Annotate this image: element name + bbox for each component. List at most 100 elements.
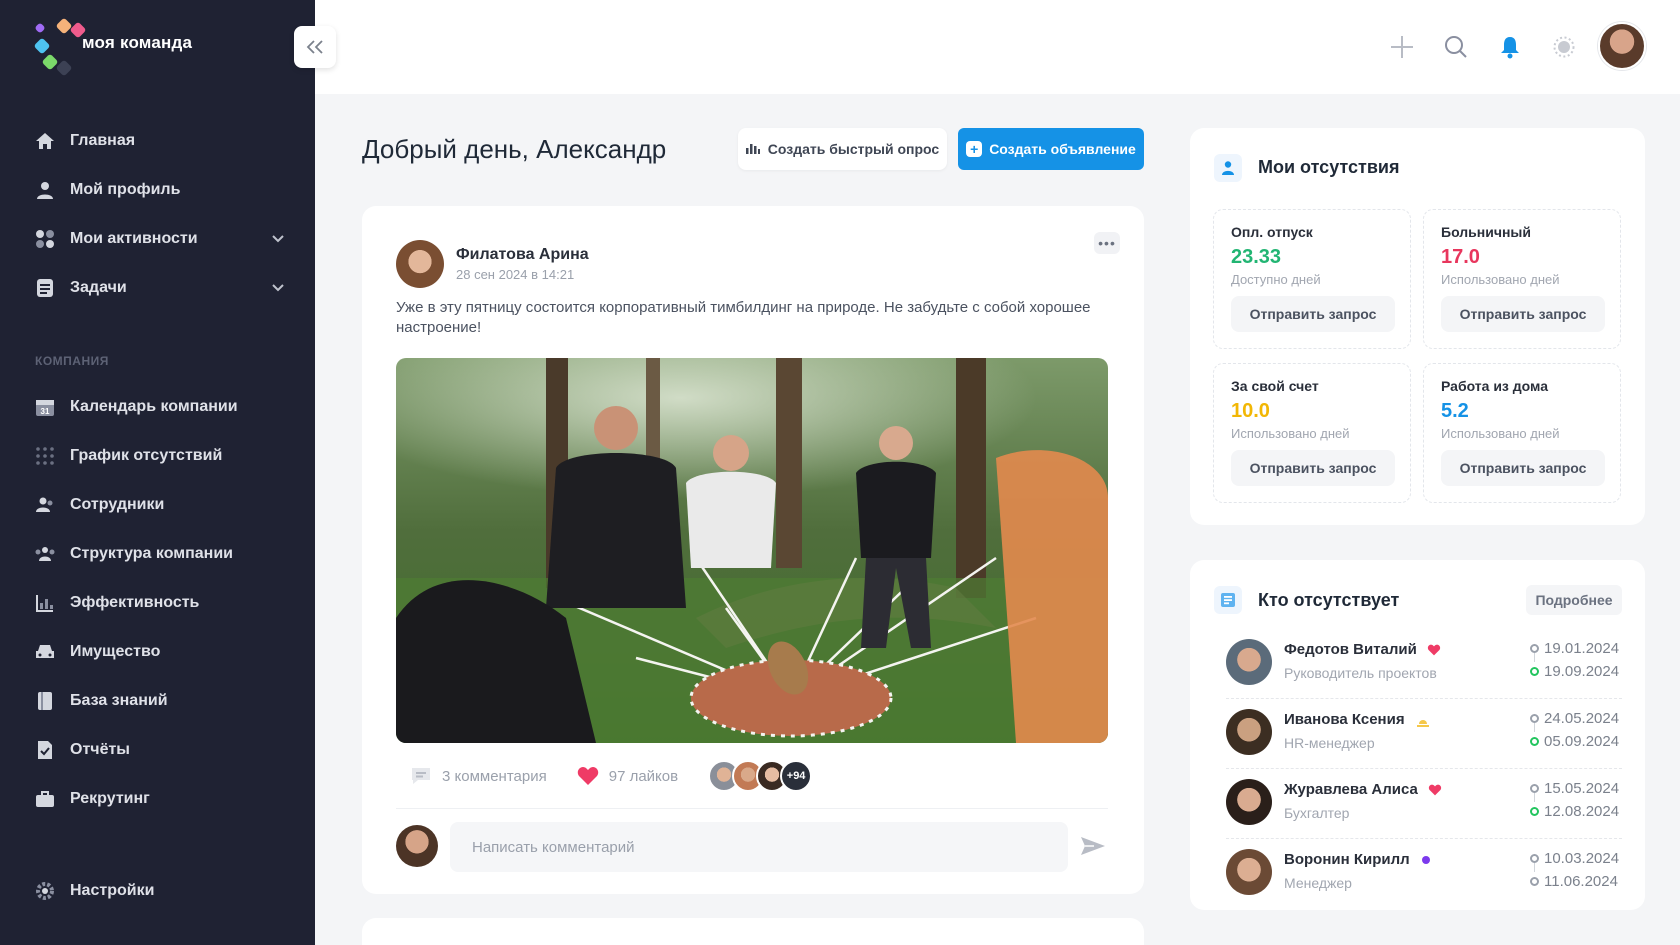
- search-icon[interactable]: [1441, 32, 1471, 62]
- double-chevron-left-icon: [306, 40, 323, 54]
- book-icon: [34, 690, 56, 712]
- person-name: Воронин Кирилл: [1284, 851, 1432, 868]
- report-icon: [34, 739, 56, 761]
- sidebar-item-label: Структура компании: [70, 545, 233, 562]
- calendar-icon: 31: [34, 396, 56, 418]
- person-role: HR-менеджер: [1284, 735, 1375, 751]
- absent-person-row[interactable]: Федотов Виталий Руководитель проектов 19…: [1226, 633, 1626, 695]
- row-divider: [1226, 698, 1622, 699]
- sidebar-item-efficiency[interactable]: Эффективность: [34, 583, 284, 623]
- dot-icon: [1420, 854, 1432, 866]
- send-request-button[interactable]: Отправить запрос: [1231, 296, 1395, 332]
- post-more-button[interactable]: •••: [1094, 232, 1120, 254]
- row-divider: [1226, 768, 1622, 769]
- absent-person-row[interactable]: Воронин Кирилл Менеджер 10.03.2024 11.06…: [1226, 843, 1626, 905]
- sidebar-item-tasks[interactable]: Задачи: [34, 268, 284, 308]
- send-request-button[interactable]: Отправить запрос: [1231, 450, 1395, 486]
- tasks-icon: [34, 277, 56, 299]
- bar-chart-icon: [745, 141, 760, 157]
- sidebar-item-label: Рекрутинг: [70, 790, 150, 807]
- create-announcement-button[interactable]: + Создать объявление: [958, 128, 1144, 170]
- send-request-button[interactable]: Отправить запрос: [1441, 450, 1605, 486]
- likes-count[interactable]: 97 лайков: [577, 766, 678, 786]
- date-to: 05.09.2024: [1544, 733, 1620, 750]
- sidebar-item-settings[interactable]: Настройки: [34, 871, 284, 911]
- sidebar-item-activities[interactable]: Мои активности: [34, 219, 284, 259]
- heart-icon: [1428, 784, 1442, 796]
- sidebar-item-home[interactable]: Главная: [34, 121, 284, 161]
- gear-icon: [34, 880, 56, 902]
- details-button[interactable]: Подробнее: [1526, 585, 1622, 615]
- sidebar-item-absence-schedule[interactable]: График отсутствий: [34, 436, 284, 476]
- sidebar-item-label: Главная: [70, 132, 136, 149]
- comments-count[interactable]: 3 комментария: [410, 766, 547, 786]
- logo[interactable]: моя команда: [33, 17, 193, 77]
- sidebar-item-profile[interactable]: Мой профиль: [34, 170, 284, 210]
- create-poll-button[interactable]: Создать быстрый опрос: [738, 128, 947, 170]
- collapse-sidebar-button[interactable]: [294, 26, 336, 68]
- add-icon[interactable]: [1387, 32, 1417, 62]
- sidebar-item-recruiting[interactable]: Рекрутинг: [34, 779, 284, 819]
- absence-sick-leave: Больничный 17.0 Использовано дней Отправ…: [1423, 209, 1621, 349]
- sun-theme-icon[interactable]: [1549, 32, 1579, 62]
- sidebar-item-label: Календарь компании: [70, 398, 238, 415]
- user-icon: [34, 179, 56, 201]
- sidebar-item-label: Мои активности: [70, 230, 198, 247]
- person-role: Менеджер: [1284, 875, 1352, 891]
- send-request-button[interactable]: Отправить запрос: [1441, 296, 1605, 332]
- comment-input[interactable]: [450, 822, 1068, 872]
- absent-person-row[interactable]: Журавлева Алиса Бухгалтер 15.05.2024 12.…: [1226, 773, 1626, 835]
- sidebar-item-knowledge-base[interactable]: База знаний: [34, 681, 284, 721]
- sidebar-item-label: Эффективность: [70, 594, 200, 611]
- post-date: 28 сен 2024 в 14:21: [456, 267, 575, 282]
- absence-unit: Использовано дней: [1231, 426, 1350, 441]
- post-author-name[interactable]: Филатова Арина: [456, 246, 589, 264]
- calendar-badge: 31: [41, 407, 50, 416]
- likers-more-badge[interactable]: +94: [780, 760, 813, 792]
- sidebar-item-calendar[interactable]: 31 Календарь компании: [34, 387, 284, 427]
- chevron-down-icon[interactable]: [272, 232, 284, 246]
- absence-unit: Использовано дней: [1441, 426, 1560, 441]
- person-name: Федотов Виталий: [1284, 641, 1441, 658]
- comment-icon: [410, 766, 432, 786]
- post-stats: 3 комментария 97 лайков +94: [410, 760, 813, 792]
- sidebar-item-label: Имущество: [70, 643, 161, 660]
- sidebar-item-reports[interactable]: Отчёты: [34, 730, 284, 770]
- current-user-avatar: [396, 825, 438, 867]
- post-author-avatar[interactable]: [396, 240, 444, 288]
- sidebar-item-label: График отсутствий: [70, 447, 223, 464]
- likers-list[interactable]: +94: [708, 760, 813, 792]
- absence-name: Опл. отпуск: [1231, 224, 1313, 240]
- absence-unit: Доступно дней: [1231, 272, 1321, 287]
- section-label-company: КОМПАНИЯ: [35, 354, 109, 368]
- car-icon: [34, 641, 56, 663]
- sidebar-item-label: Сотрудники: [70, 496, 165, 513]
- absence-unpaid: За свой счет 10.0 Использовано дней Отпр…: [1213, 363, 1411, 503]
- chart-icon: [34, 592, 56, 614]
- employees-icon: [34, 494, 56, 516]
- person-name: Журавлева Алиса: [1284, 781, 1442, 798]
- bell-icon[interactable]: [1495, 32, 1525, 62]
- sidebar-item-label: База знаний: [70, 692, 168, 709]
- sidebar-item-property[interactable]: Имущество: [34, 632, 284, 672]
- user-badge-icon: [1214, 154, 1242, 182]
- absence-remote-work: Работа из дома 5.2 Использовано дней Отп…: [1423, 363, 1621, 503]
- absence-value: 17.0: [1441, 246, 1480, 268]
- avatar: [1226, 849, 1272, 895]
- grid-icon: [34, 445, 56, 467]
- next-post-card: [362, 918, 1144, 945]
- post-photo[interactable]: [396, 358, 1108, 743]
- user-avatar[interactable]: [1598, 22, 1646, 70]
- avatar: [1226, 779, 1272, 825]
- date-to: 11.06.2024: [1544, 873, 1618, 890]
- activities-icon: [34, 228, 56, 250]
- teambuilding-photo: [396, 358, 1108, 743]
- sidebar-item-employees[interactable]: Сотрудники: [34, 485, 284, 525]
- sidebar-item-structure[interactable]: Структура компании: [34, 534, 284, 574]
- send-icon[interactable]: [1080, 834, 1108, 860]
- sidebar: моя команда Главная Мой профиль Мои акти…: [0, 0, 315, 945]
- absence-name: Больничный: [1441, 224, 1531, 240]
- absent-person-row[interactable]: Иванова Ксения HR-менеджер 24.05.2024 05…: [1226, 703, 1626, 765]
- chevron-down-icon[interactable]: [272, 281, 284, 295]
- logo-text: моя команда: [82, 33, 193, 52]
